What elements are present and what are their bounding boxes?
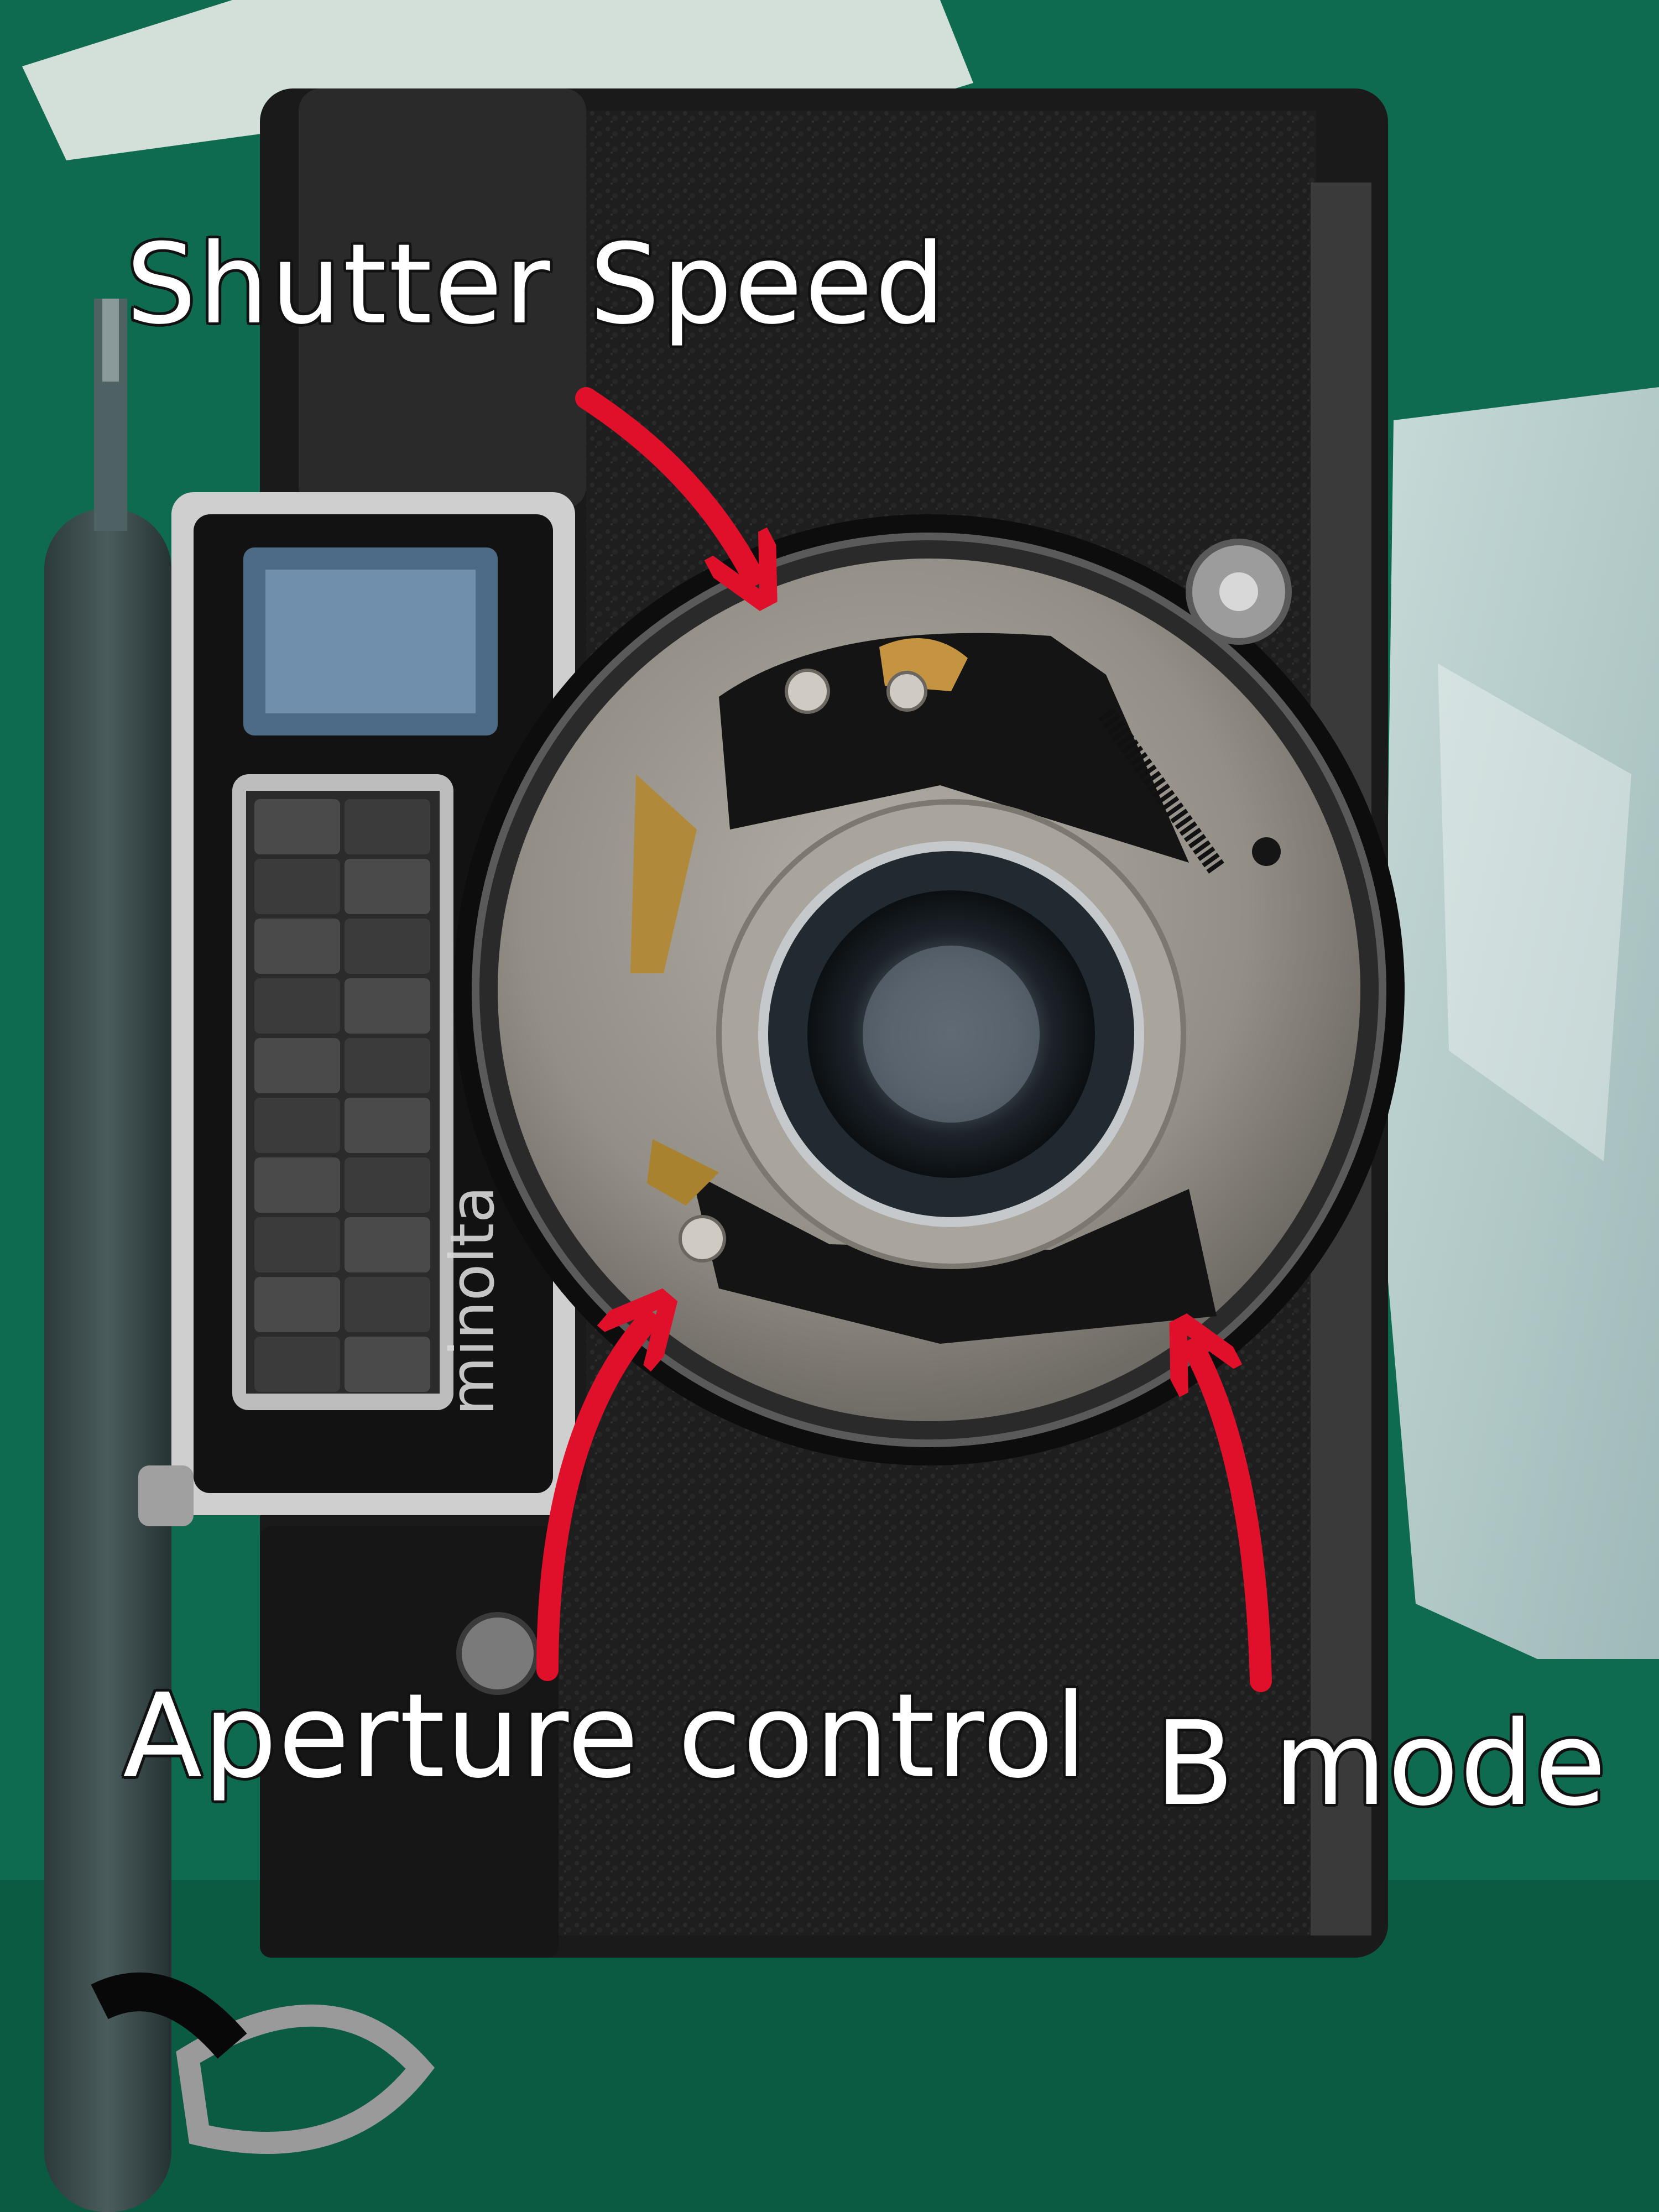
selenium-cell-segment	[254, 1277, 340, 1332]
selenium-cell-segment	[345, 1337, 430, 1392]
minolta-logo: minolta	[437, 1186, 508, 1416]
selenium-cell-segment	[254, 799, 340, 854]
viewfinder-glass	[265, 570, 476, 713]
b-mode-label: B mode	[1155, 1696, 1608, 1832]
selenium-cell-segment	[345, 978, 430, 1034]
lens-center	[863, 946, 1040, 1123]
flash-sync-pin	[1219, 572, 1258, 611]
selenium-cell-segment	[345, 1038, 430, 1093]
selenium-cell-segment	[254, 1217, 340, 1272]
selenium-cell-segment	[345, 1217, 430, 1272]
selenium-cell-segment	[345, 799, 430, 854]
selenium-cell-segment	[345, 1277, 430, 1332]
shutter-speed-label: Shutter Speed	[126, 220, 948, 349]
screwdriver-handle	[44, 509, 171, 2212]
selenium-cell-segment	[254, 1098, 340, 1153]
selenium-cell-segment	[254, 1157, 340, 1213]
selenium-cell-segment	[345, 1098, 430, 1153]
selenium-cell-segment	[254, 978, 340, 1034]
annotated-camera-photo: minolta Shutter Speed Aperture control B…	[0, 0, 1659, 2212]
screw-top-2	[886, 671, 927, 712]
selenium-cell-segment	[254, 1038, 340, 1093]
selenium-cell-segment	[254, 919, 340, 974]
screwdriver-tip	[102, 299, 119, 382]
selenium-cell-segment	[254, 1337, 340, 1392]
selenium-cell-segment	[345, 1157, 430, 1213]
selenium-cell-segment	[345, 859, 430, 914]
aperture-control-label: Aperture control	[123, 1668, 1088, 1804]
screw-hole	[1252, 837, 1281, 866]
strap-lug	[138, 1465, 194, 1526]
selenium-cell-segment	[345, 919, 430, 974]
screw-bottom	[679, 1215, 726, 1262]
selenium-cell-segment	[254, 859, 340, 914]
screw-top-1	[785, 669, 830, 714]
